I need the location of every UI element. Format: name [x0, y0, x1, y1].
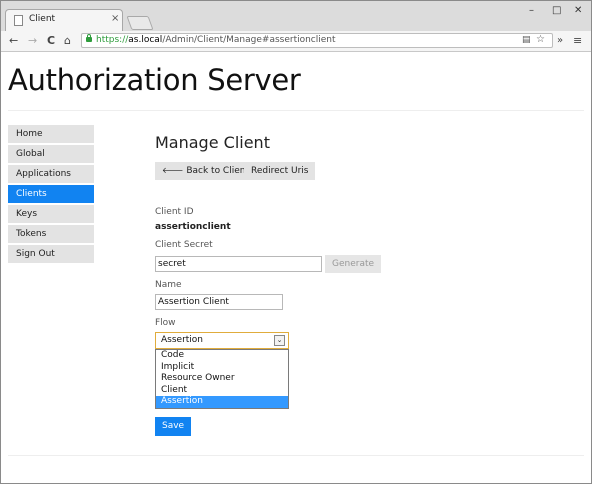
name-input[interactable]: Assertion Client: [155, 294, 283, 310]
page-content: Authorization Server Home Global Applica…: [1, 52, 591, 483]
sidebar-nav: Home Global Applications Clients Keys To…: [8, 125, 94, 265]
extensions-icon[interactable]: »: [557, 34, 563, 48]
url-text: https://as.local/Admin/Client/Manage#ass…: [96, 35, 336, 45]
page-title: Manage Client: [155, 133, 270, 152]
browser-toolbar: ← → C ⌂ https://as.local/Admin/Client/Ma…: [1, 31, 591, 52]
sidebar-item-keys[interactable]: Keys: [8, 205, 94, 223]
flow-select[interactable]: Assertion ⌄: [155, 332, 289, 349]
menu-icon[interactable]: ≡: [573, 34, 582, 48]
header-divider: [8, 110, 584, 111]
tab-strip: Client × – □ ✕: [1, 1, 591, 31]
flow-option-code[interactable]: Code: [156, 350, 288, 362]
site-brand[interactable]: Authorization Server: [8, 63, 301, 97]
sidebar-item-applications[interactable]: Applications: [8, 165, 94, 183]
back-icon[interactable]: ←: [9, 34, 18, 48]
browser-tab[interactable]: Client ×: [5, 9, 123, 31]
flow-option-assertion[interactable]: Assertion: [156, 396, 288, 408]
address-bar[interactable]: https://as.local/Admin/Client/Manage#ass…: [81, 33, 553, 48]
maximize-icon[interactable]: □: [552, 5, 561, 16]
sidebar-item-global[interactable]: Global: [8, 145, 94, 163]
generate-button[interactable]: Generate: [325, 255, 382, 273]
redirect-uris-button[interactable]: Redirect Uris: [244, 162, 316, 180]
reload-icon[interactable]: C: [47, 34, 55, 48]
tab-title: Client: [29, 14, 56, 24]
page-icon: [14, 15, 23, 26]
page-action-icon[interactable]: ▤: [522, 35, 531, 45]
footer-divider: [8, 455, 584, 456]
client-secret-input[interactable]: secret: [155, 256, 322, 272]
client-secret-label: Client Secret: [155, 240, 213, 250]
save-button[interactable]: Save: [155, 417, 192, 436]
minimize-icon[interactable]: –: [529, 5, 534, 16]
forward-icon[interactable]: →: [28, 34, 37, 48]
sidebar-item-home[interactable]: Home: [8, 125, 94, 143]
flow-dropdown-list: Code Implicit Resource Owner Client Asse…: [155, 349, 289, 409]
flow-option-implicit[interactable]: Implicit: [156, 362, 288, 374]
lock-icon: [86, 34, 92, 42]
flow-option-client[interactable]: Client: [156, 385, 288, 397]
sidebar-item-tokens[interactable]: Tokens: [8, 225, 94, 243]
name-label: Name: [155, 280, 182, 290]
close-icon[interactable]: ×: [111, 13, 119, 24]
client-id-label: Client ID: [155, 207, 194, 217]
flow-label: Flow: [155, 318, 176, 328]
flow-option-resource-owner[interactable]: Resource Owner: [156, 373, 288, 385]
sidebar-item-clients[interactable]: Clients: [8, 185, 94, 203]
window-close-icon[interactable]: ✕: [574, 5, 582, 16]
browser-window: Client × – □ ✕ ← → C ⌂ https://as.local/…: [0, 0, 592, 484]
sidebar-item-sign-out[interactable]: Sign Out: [8, 245, 94, 263]
new-tab-button[interactable]: [126, 16, 154, 30]
chevron-down-icon[interactable]: ⌄: [274, 335, 285, 346]
home-icon[interactable]: ⌂: [64, 34, 71, 48]
bookmark-star-icon[interactable]: ☆: [536, 34, 545, 45]
flow-selected-value: Assertion: [161, 335, 204, 345]
client-id-value: assertionclient: [155, 222, 231, 232]
arrow-left-icon: 🡐: [162, 166, 184, 175]
